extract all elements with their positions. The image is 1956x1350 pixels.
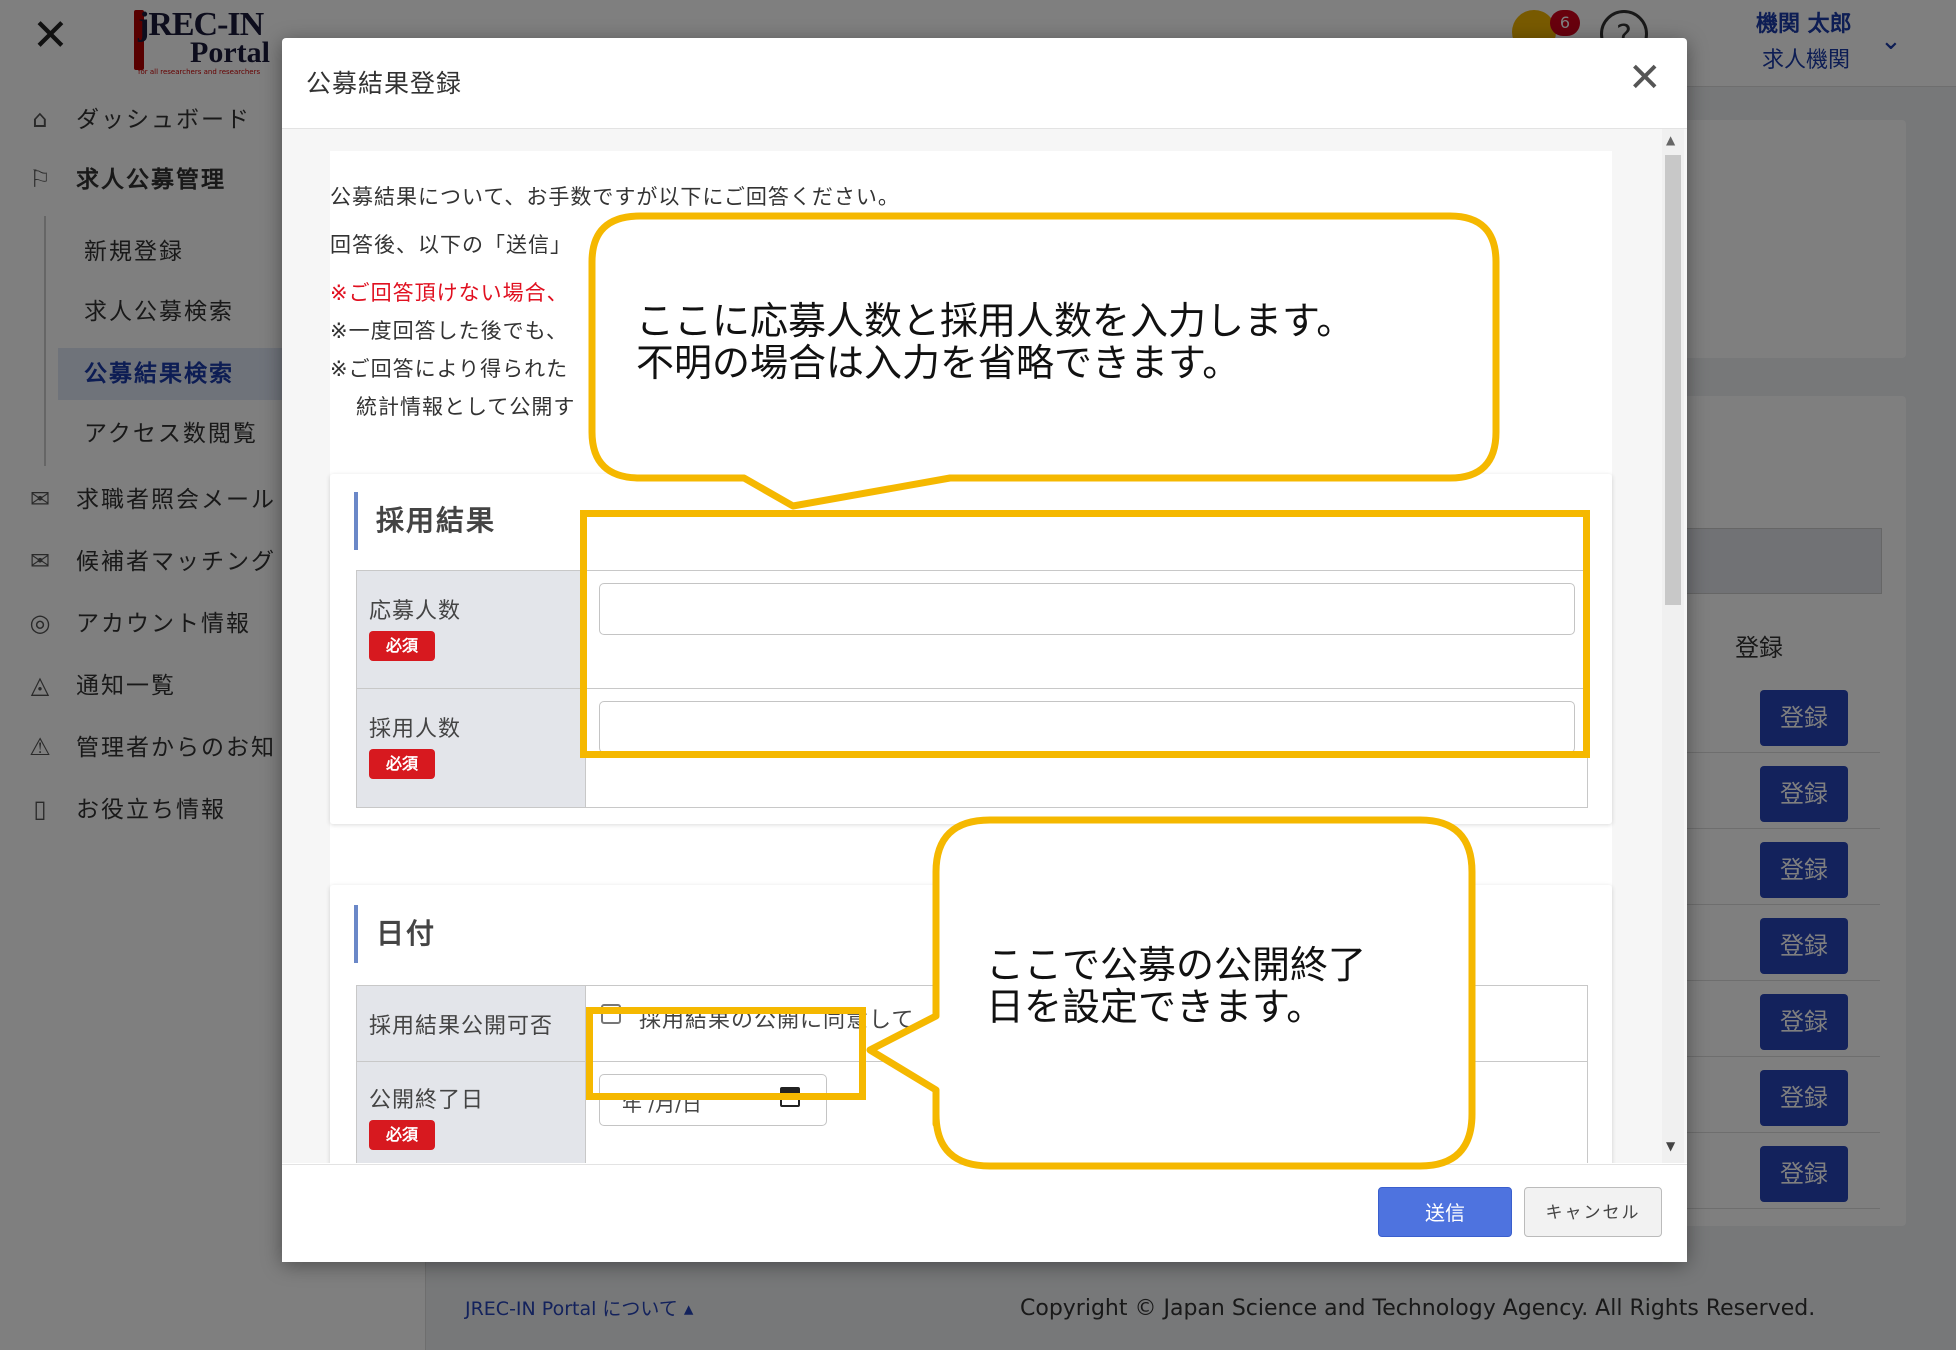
- callout-text-counts: ここに応募人数と採用人数を入力します。 不明の場合は入力を省略できます。: [636, 299, 1355, 385]
- callout-text-date: ここで公募の公開終了 日を設定できます。: [986, 943, 1367, 1029]
- callout-bubbles: [588, 212, 1500, 1170]
